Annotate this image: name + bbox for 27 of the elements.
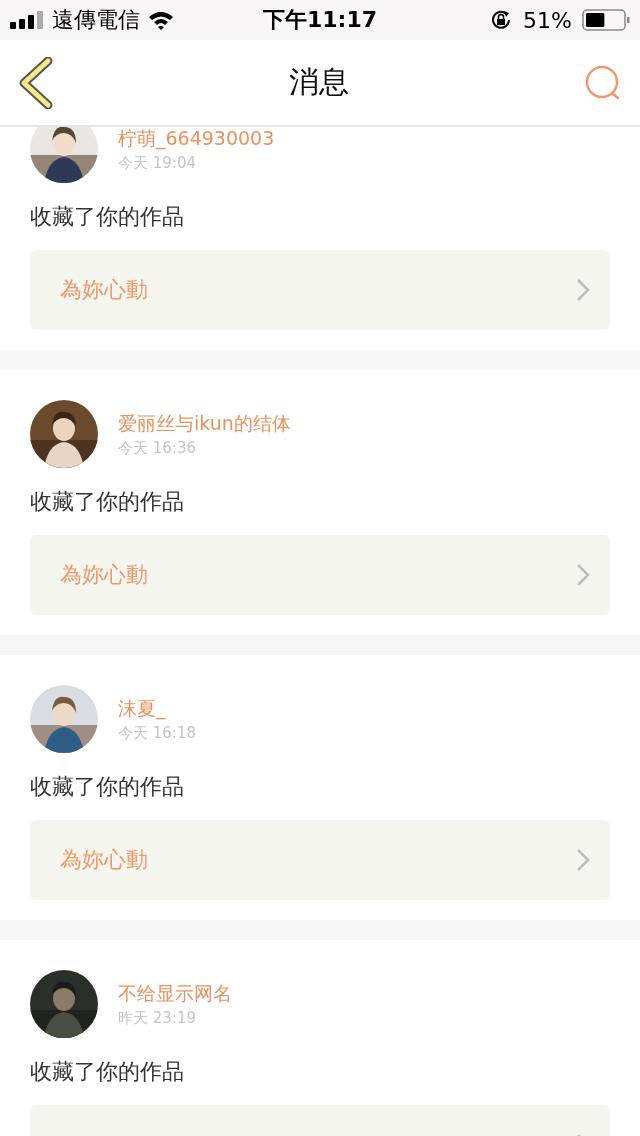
action-text: 收藏了你的作品 — [30, 1058, 185, 1086]
user-name[interactable]: 爱丽丝与ikun的结体 — [118, 410, 291, 437]
timestamp: 今天 19:04 — [118, 153, 197, 173]
page-title: 消息 — [289, 63, 349, 101]
action-text: 收藏了你的作品 — [30, 488, 185, 516]
work-link[interactable]: 為妳心動 — [30, 250, 610, 330]
user-name[interactable]: 沫夏_ — [118, 695, 196, 722]
battery-icon — [582, 9, 630, 31]
chevron-icon — [576, 848, 590, 872]
timestamp: 今天 16:18 — [118, 723, 196, 743]
work-link[interactable]: 為妳心動 — [30, 820, 610, 900]
user-name[interactable]: 柠萌_664930003 — [118, 127, 275, 152]
back-icon[interactable] — [18, 56, 54, 109]
search-icon[interactable] — [584, 63, 622, 102]
work-link[interactable]: 為妳心動 — [30, 535, 610, 615]
action-text: 收藏了你的作品 — [30, 773, 185, 801]
timestamp: 今天 16:36 — [118, 438, 197, 458]
wifi-icon — [148, 10, 174, 30]
signal-icon — [10, 11, 44, 29]
battery-percent: 51% — [523, 7, 572, 33]
user-name[interactable]: 不给显示网名 — [118, 980, 232, 1007]
chevron-icon — [576, 563, 590, 587]
action-text: 收藏了你的作品 — [30, 203, 185, 231]
carrier: 遠傳電信 — [52, 6, 140, 34]
chevron-icon — [576, 278, 590, 302]
timestamp: 昨天 23:19 — [118, 1008, 197, 1028]
clock: 下午11:17 — [263, 6, 377, 34]
